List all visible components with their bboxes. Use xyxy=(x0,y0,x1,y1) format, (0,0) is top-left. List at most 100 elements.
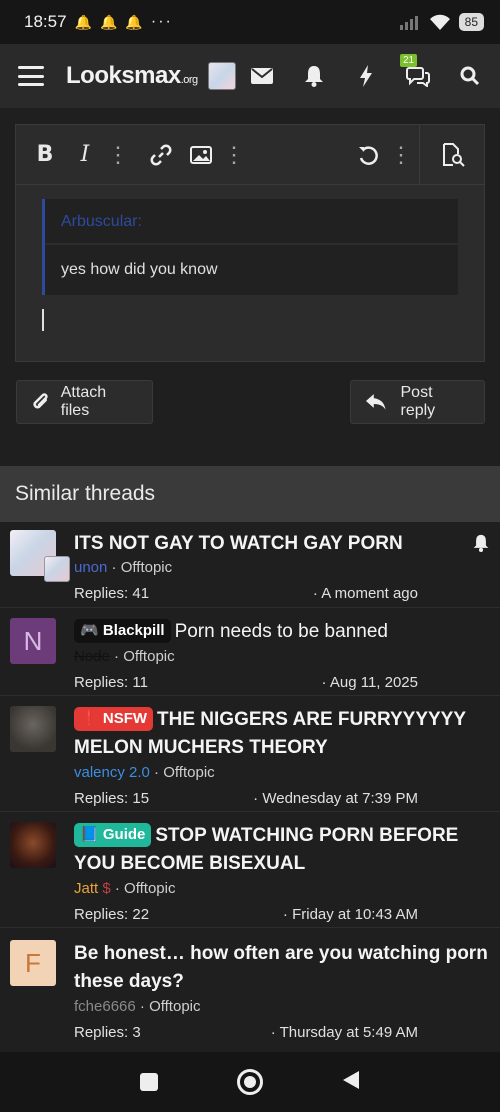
similar-threads-header: Similar threads xyxy=(0,466,500,522)
notification-count-badge: 21 xyxy=(400,54,418,67)
search-icon[interactable] xyxy=(458,64,482,88)
thread-replies: Replies: 3 xyxy=(74,1024,141,1041)
thread-title[interactable]: 🎮 Blackpill Porn needs to be banned xyxy=(74,618,488,646)
user-avatar[interactable] xyxy=(207,62,236,90)
thread-replies: Replies: 15 xyxy=(74,790,150,807)
thread-meta: Node · Offtopic xyxy=(74,648,175,665)
italic-icon[interactable]: I xyxy=(68,138,102,172)
thread-date: Friday at 10:43 AM xyxy=(292,906,418,923)
reply-editor-section: B I ⋮ ⋮ ⋮ Arbuscular: yes how did you kn… xyxy=(0,108,500,464)
thread-date: A moment ago xyxy=(321,585,418,602)
thread-meta: Jatt $ · Offtopic xyxy=(74,880,176,897)
thread-replies: Replies: 22 xyxy=(74,906,150,923)
thread-stats: Replies: 41 · A moment ago xyxy=(74,585,418,602)
paperclip-icon xyxy=(33,393,48,409)
image-icon[interactable] xyxy=(184,138,218,172)
back-icon[interactable] xyxy=(342,1070,360,1095)
thread-forum[interactable]: Offtopic xyxy=(124,880,175,897)
preview-icon[interactable] xyxy=(436,138,470,172)
thread-stats: Replies: 22 · Friday at 10:43 AM xyxy=(74,906,418,923)
attach-files-button[interactable]: Attach files xyxy=(16,380,153,424)
conversations-icon[interactable]: 21 xyxy=(400,54,430,88)
thread-row[interactable]: 📘 Guide STOP WATCHING PORN BEFORE YOU BEC… xyxy=(0,812,500,928)
thread-date: Wednesday at 7:39 PM xyxy=(262,790,418,807)
thread-avatar[interactable]: F xyxy=(10,940,56,986)
more-notifications-icon: ··· xyxy=(150,13,173,30)
system-navigation-bar xyxy=(0,1052,500,1112)
last-poster-avatar[interactable] xyxy=(44,556,70,582)
bold-icon[interactable]: B xyxy=(28,138,62,172)
thread-forum[interactable]: Offtopic xyxy=(121,559,172,576)
book-icon: 📘 xyxy=(80,826,99,843)
quote-text: yes how did you know xyxy=(61,261,218,278)
thread-meta: unon · Offtopic xyxy=(74,559,173,576)
thread-author[interactable]: Node xyxy=(74,648,110,665)
wifi-icon xyxy=(429,14,450,30)
thread-avatar[interactable] xyxy=(10,706,56,752)
thread-title[interactable]: ❗ NSFW THE NIGGERS ARE FURRYYYYYY MELON M… xyxy=(74,706,488,762)
thread-row[interactable]: ❗ NSFW THE NIGGERS ARE FURRYYYYYY MELON M… xyxy=(0,696,500,812)
thread-avatar[interactable] xyxy=(10,822,56,868)
thread-author[interactable]: valency 2.0 xyxy=(74,764,150,781)
thread-author[interactable]: unon xyxy=(74,559,107,576)
thread-stats: Replies: 3 · Thursday at 5:49 AM xyxy=(74,1024,418,1041)
more-text-options-icon[interactable]: ⋮ xyxy=(107,138,129,172)
alerts-bell-icon[interactable] xyxy=(302,64,326,88)
editor-toolbar: B I ⋮ ⋮ ⋮ xyxy=(16,124,484,185)
site-logo[interactable]: Looksmax.org xyxy=(66,62,198,90)
prefix-label[interactable]: ❗ NSFW xyxy=(74,707,154,731)
thread-date: Aug 11, 2025 xyxy=(329,674,418,691)
thread-meta: valency 2.0 · Offtopic xyxy=(74,764,215,781)
prefix-label[interactable]: 📘 Guide xyxy=(74,823,152,847)
dollar-icon: $ xyxy=(102,880,111,897)
watch-bell-icon[interactable] xyxy=(472,534,490,557)
signal-icon xyxy=(399,16,418,30)
site-navbar: Looksmax.org 21 xyxy=(0,44,500,108)
notification-bell-icon: 🔔 xyxy=(74,13,92,30)
quote-author[interactable]: Arbuscular: xyxy=(45,199,458,245)
undo-icon[interactable] xyxy=(351,138,385,172)
thread-author[interactable]: Jatt xyxy=(74,880,98,897)
recent-apps-icon[interactable] xyxy=(139,1073,158,1091)
thread-meta: fche6666 · Offtopic xyxy=(74,998,201,1015)
warning-icon: ❗ xyxy=(80,710,99,727)
thread-avatar[interactable]: N xyxy=(10,618,56,664)
post-reply-button[interactable]: Post reply xyxy=(350,380,485,424)
reply-arrow-icon xyxy=(365,394,386,410)
thread-stats: Replies: 15 · Wednesday at 7:39 PM xyxy=(74,790,418,807)
quote-block: Arbuscular: yes how did you know xyxy=(42,199,458,295)
logo-text: Looksmax xyxy=(66,62,181,89)
thread-replies: Replies: 11 xyxy=(74,674,148,691)
thread-row[interactable]: N 🎮 Blackpill Porn needs to be banned Nod… xyxy=(0,608,500,696)
thread-replies: Replies: 41 xyxy=(74,585,150,602)
thread-author[interactable]: fche6666 xyxy=(74,998,136,1015)
more-editor-options-icon[interactable]: ⋮ xyxy=(390,138,412,172)
thread-row[interactable]: F Be honest… how often are you watching … xyxy=(0,928,500,1041)
battery-indicator: 85 xyxy=(458,13,484,31)
similar-threads-list: ITS NOT GAY TO WATCH GAY PORN unon · Off… xyxy=(0,522,500,1041)
thread-stats: Replies: 11 · Aug 11, 2025 xyxy=(74,674,418,691)
thread-forum[interactable]: Offtopic xyxy=(149,998,200,1015)
attach-files-label: Attach files xyxy=(60,384,107,419)
home-icon[interactable] xyxy=(236,1069,263,1095)
whats-new-lightning-icon[interactable] xyxy=(354,64,378,88)
logo-suffix: .org xyxy=(180,74,198,86)
status-time: 18:57 xyxy=(24,12,67,31)
more-insert-options-icon[interactable]: ⋮ xyxy=(223,138,245,172)
thread-title[interactable]: ITS NOT GAY TO WATCH GAY PORN xyxy=(74,530,488,558)
notification-bell-icon: 🔔 xyxy=(99,13,118,30)
post-reply-label: Post reply xyxy=(400,384,436,419)
thread-forum[interactable]: Offtopic xyxy=(123,648,174,665)
rich-text-editor[interactable]: B I ⋮ ⋮ ⋮ Arbuscular: yes how did you kn… xyxy=(15,124,485,362)
notification-bell-icon: 🔔 xyxy=(125,13,143,30)
thread-date: Thursday at 5:49 AM xyxy=(279,1024,418,1041)
thread-forum[interactable]: Offtopic xyxy=(163,764,214,781)
thread-title[interactable]: 📘 Guide STOP WATCHING PORN BEFORE YOU BEC… xyxy=(74,822,488,878)
thread-title[interactable]: Be honest… how often are you watching po… xyxy=(74,940,488,996)
link-icon[interactable] xyxy=(144,138,178,172)
prefix-label[interactable]: 🎮 Blackpill xyxy=(74,619,171,643)
inbox-icon[interactable] xyxy=(250,64,274,88)
menu-icon[interactable] xyxy=(18,66,44,86)
gamepad-icon: 🎮 xyxy=(80,622,99,639)
thread-row[interactable]: ITS NOT GAY TO WATCH GAY PORN unon · Off… xyxy=(0,522,500,608)
